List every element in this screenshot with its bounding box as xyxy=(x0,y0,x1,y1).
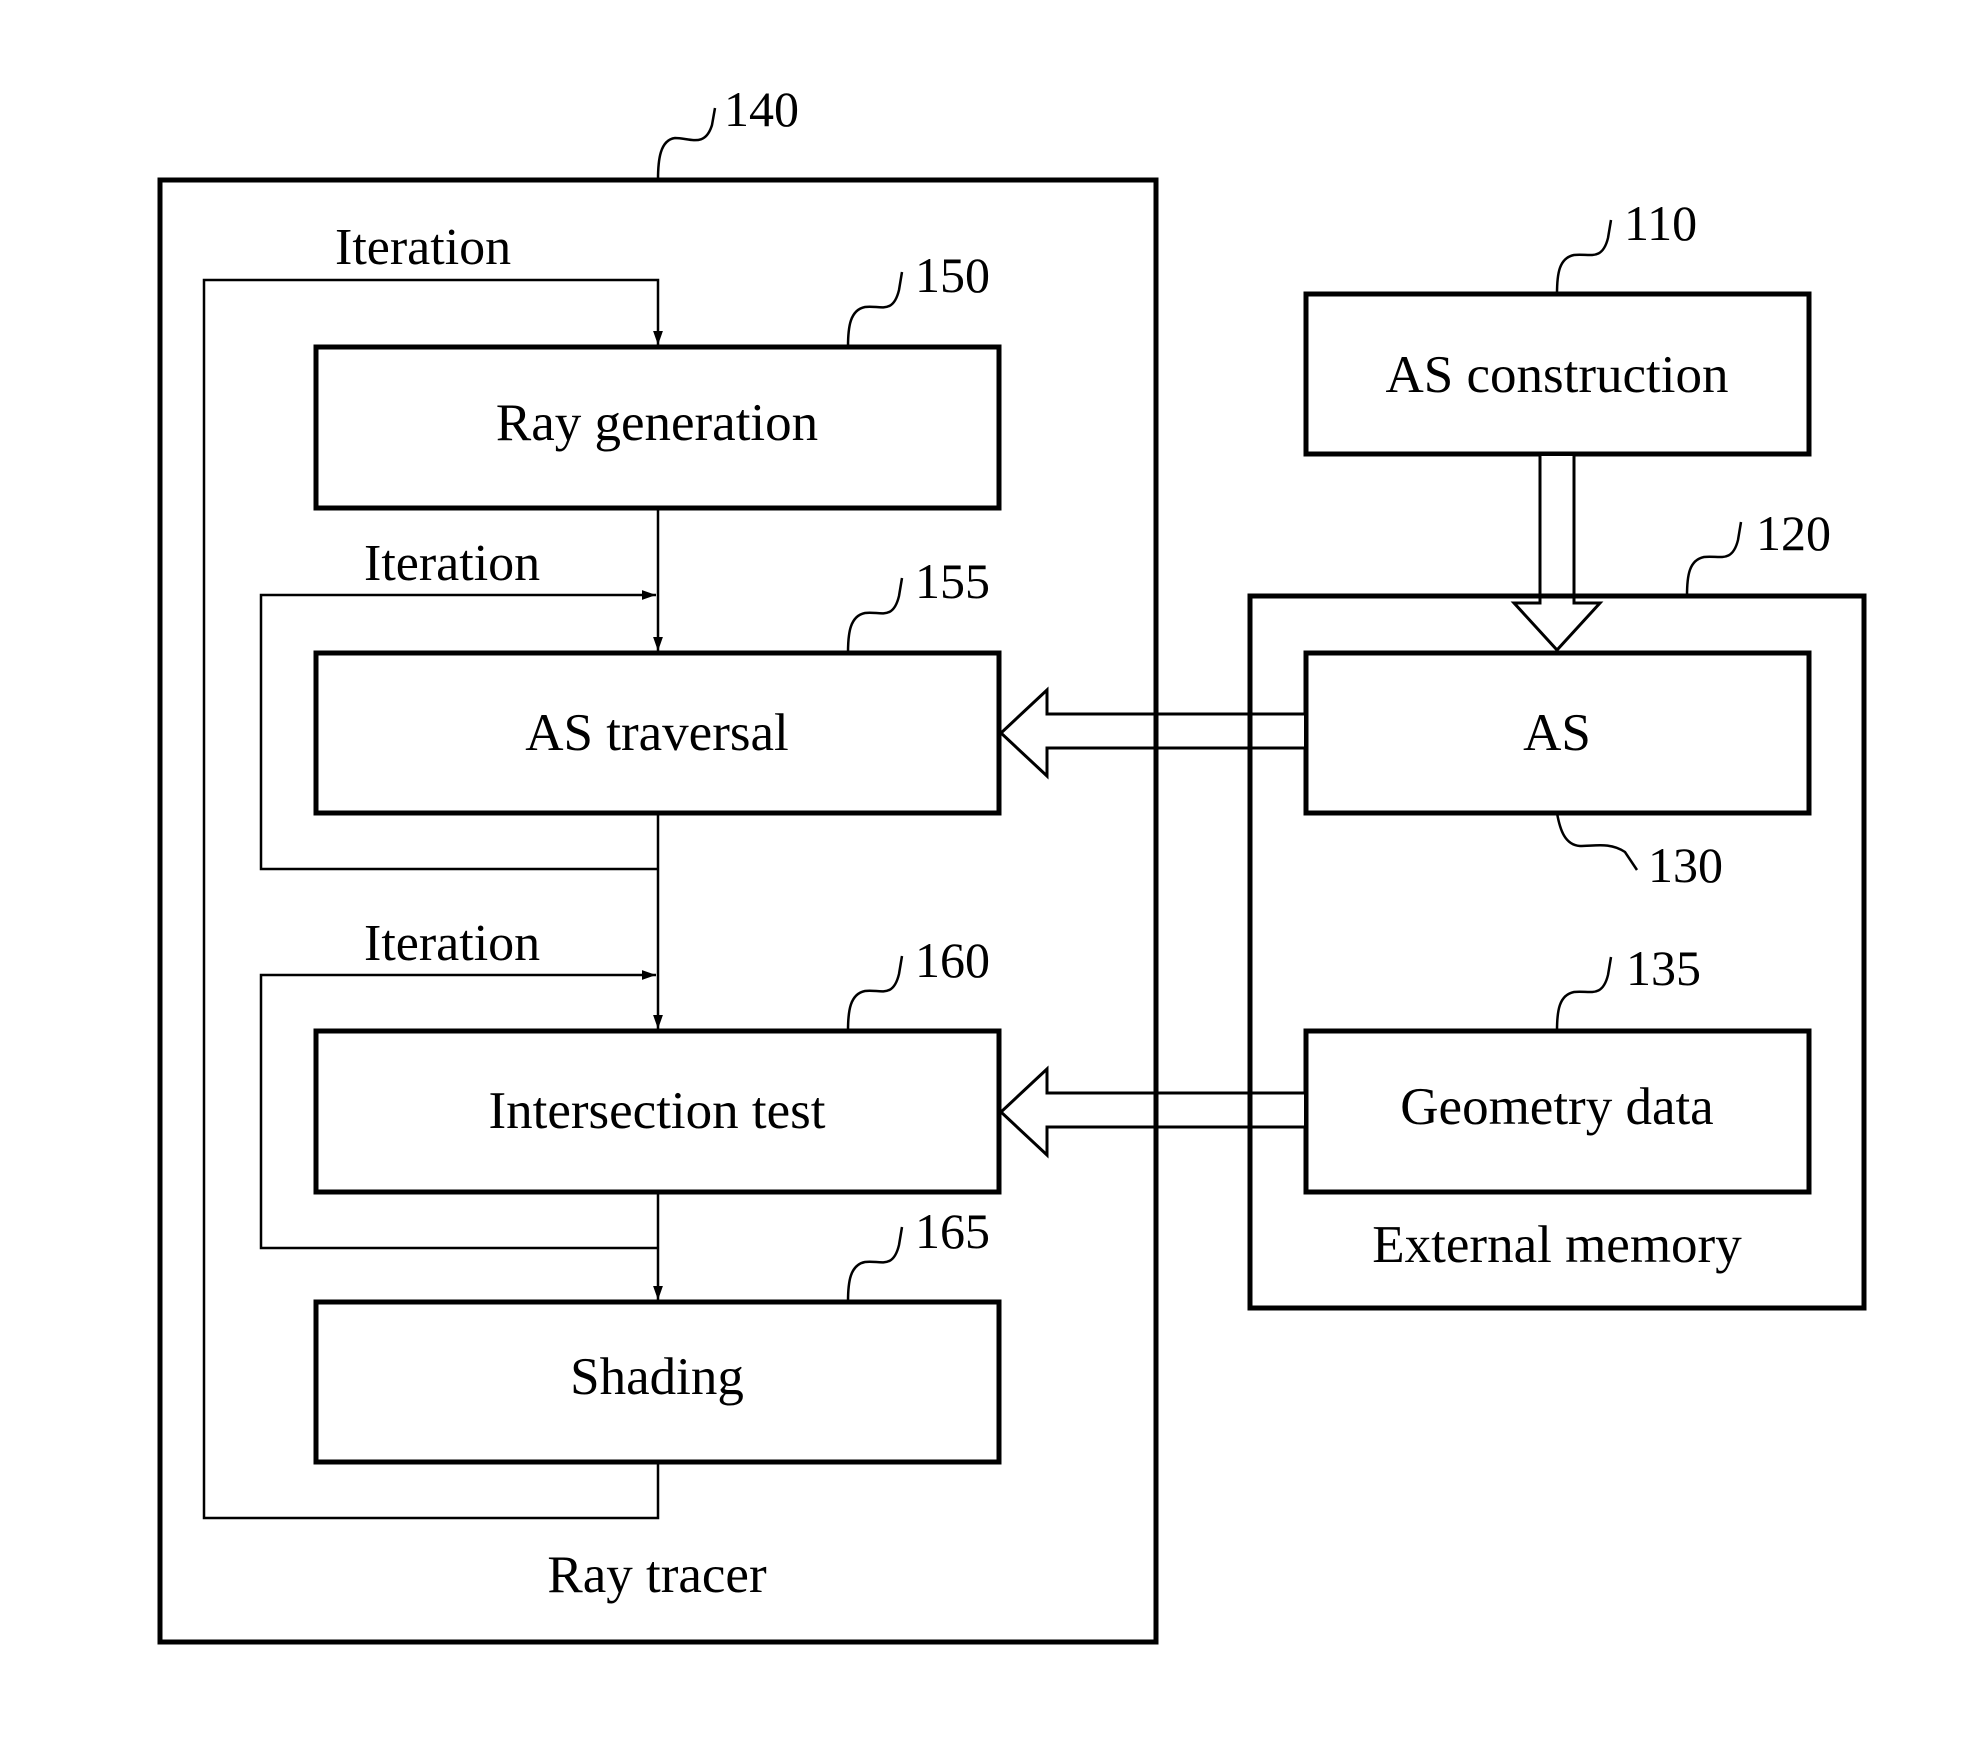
ref-leader-135 xyxy=(1555,956,1613,1032)
ref-140: 140 xyxy=(724,81,799,137)
hollow-arrow-construction-to-as xyxy=(1510,456,1604,653)
geometry-data-label: Geometry data xyxy=(1400,1078,1713,1136)
iteration-loop-outer xyxy=(202,278,663,1520)
ray-tracing-diagram: 140 Ray generation 150 AS traversal 155 … xyxy=(157,81,1867,1645)
ref-leader-160 xyxy=(846,955,904,1032)
iteration-label-outer: Iteration xyxy=(335,219,511,276)
ref-160: 160 xyxy=(915,932,990,988)
ref-leader-155 xyxy=(846,577,904,654)
as-label: AS xyxy=(1523,704,1591,762)
hollow-arrow-as-to-traversal xyxy=(998,686,1304,780)
ray-generation-label: Ray generation xyxy=(496,394,818,452)
ref-155: 155 xyxy=(915,553,990,609)
ray-tracer-caption: Ray tracer xyxy=(547,1546,767,1604)
ref-165: 165 xyxy=(915,1203,990,1259)
shading-label: Shading xyxy=(570,1348,744,1406)
ref-leader-130 xyxy=(1555,812,1639,871)
external-memory-caption: External memory xyxy=(1372,1216,1742,1274)
external-memory-box xyxy=(1247,593,1867,1311)
ref-150: 150 xyxy=(915,247,990,303)
as-traversal-label: AS traversal xyxy=(525,704,788,762)
intersection-test-label: Intersection test xyxy=(488,1082,825,1140)
hollow-arrow-geometry-to-intersection xyxy=(998,1065,1304,1159)
iteration-label-traversal: Iteration xyxy=(364,535,540,592)
ref-135: 135 xyxy=(1626,940,1701,996)
ref-120: 120 xyxy=(1756,505,1831,561)
iteration-label-intersection: Iteration xyxy=(364,915,540,972)
ref-leader-165 xyxy=(846,1226,904,1303)
ref-leader-120 xyxy=(1685,521,1743,597)
ref-110: 110 xyxy=(1624,195,1697,251)
ref-130: 130 xyxy=(1648,837,1723,893)
ref-leader-110 xyxy=(1555,219,1613,295)
ref-leader-150 xyxy=(846,271,904,348)
ref-leader-140 xyxy=(656,107,717,181)
as-construction-label: AS construction xyxy=(1386,346,1729,404)
